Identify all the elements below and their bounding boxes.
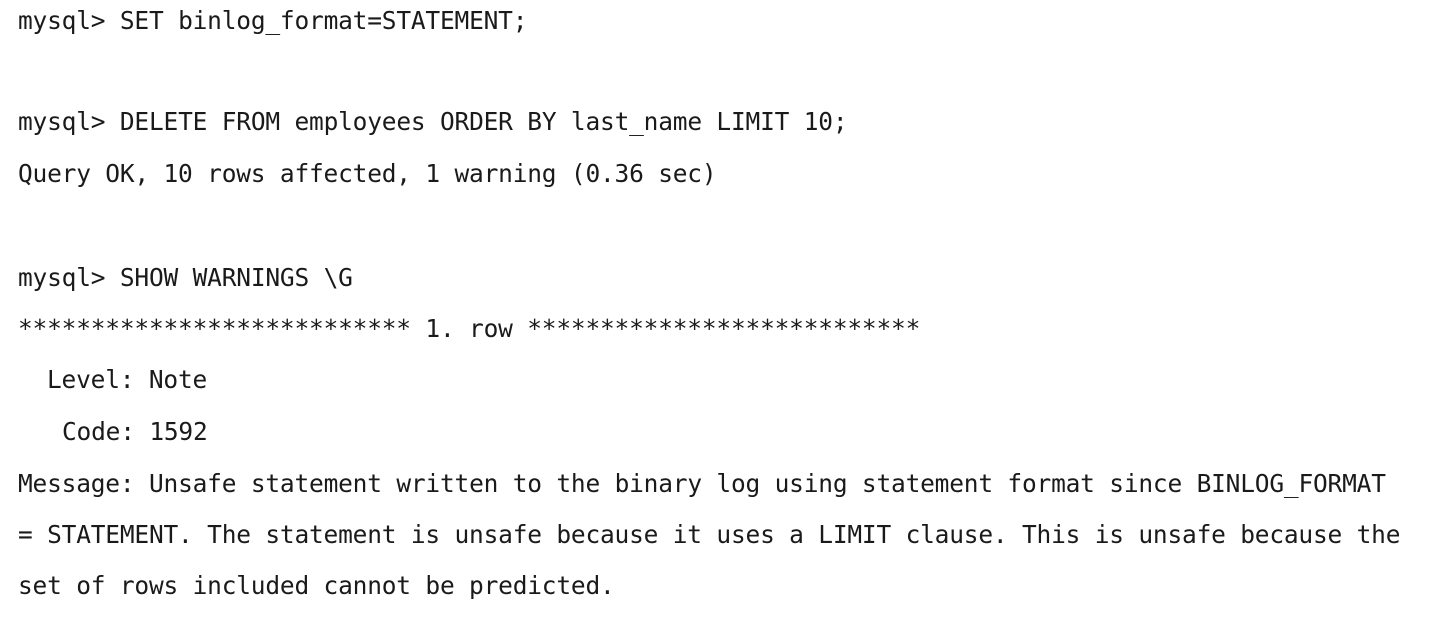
warning-message-line-3: set of rows included cannot be predicted…	[18, 571, 615, 600]
message-label: Message:	[18, 469, 135, 498]
warning-message-line-1: Message: Unsafe statement written to the…	[18, 466, 1386, 502]
command-line-set-binlog: mysql> SET binlog_format=STATEMENT;	[18, 3, 527, 39]
mysql-prompt: mysql>	[18, 107, 106, 136]
warning-message-line-2: = STATEMENT. The statement is unsafe bec…	[18, 520, 1401, 549]
command-text: SET binlog_format=STATEMENT;	[119, 6, 528, 35]
message-text: Unsafe statement written to the binary l…	[148, 469, 1386, 498]
warning-level-line: Level: Note	[18, 362, 207, 398]
command-text: DELETE FROM employees ORDER BY last_name…	[119, 107, 848, 136]
warning-code-line: Code: 1592	[18, 414, 208, 450]
command-line-show-warnings: mysql> SHOW WARNINGS \G	[18, 260, 353, 296]
code-value: 1592	[149, 417, 208, 446]
code-label: Code:	[62, 417, 135, 446]
mysql-prompt: mysql>	[18, 263, 106, 292]
level-label: Level:	[47, 365, 135, 394]
mysql-prompt: mysql>	[18, 6, 106, 35]
level-value: Note	[148, 365, 208, 394]
command-text: SHOW WARNINGS \G	[119, 263, 353, 292]
row-separator: *************************** 1. row *****…	[18, 314, 921, 343]
command-line-delete: mysql> DELETE FROM employees ORDER BY la…	[18, 104, 848, 140]
query-result-line: Query OK, 10 rows affected, 1 warning (0…	[18, 159, 717, 188]
